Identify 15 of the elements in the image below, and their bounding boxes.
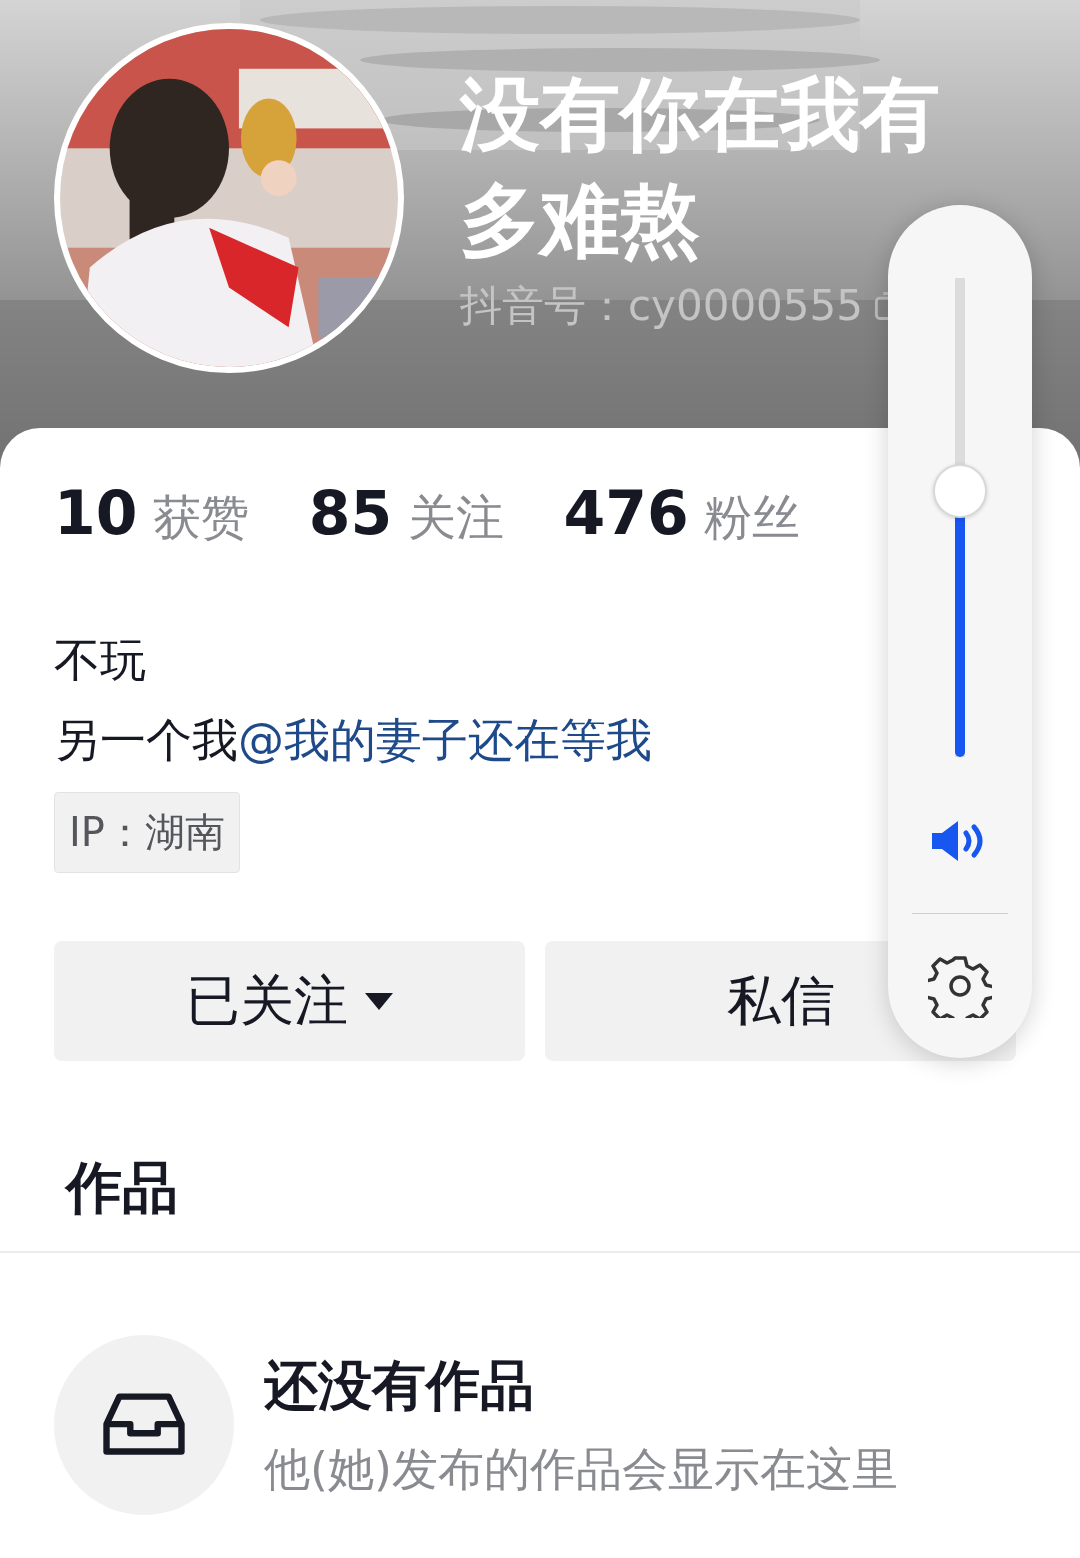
bio-text: 另一个我@我的妻子还在等我 (54, 712, 653, 769)
mention-link[interactable]: @我的妻子还在等我 (238, 713, 652, 767)
stat-text: 85 关注 (308, 478, 504, 550)
followed-button[interactable]: 已关注 (54, 941, 525, 1061)
inbox-icon (102, 1393, 186, 1457)
slider-thumb[interactable] (933, 463, 987, 518)
ip-tag: IP：湖南 (54, 792, 240, 873)
stat-text: 10 获赞 (54, 478, 249, 550)
bio-text: 不玩 (54, 632, 147, 689)
settings-icon[interactable] (928, 954, 992, 1018)
tab[interactable]: 作品 (66, 1151, 178, 1227)
stat-text: 476 粉丝 (563, 478, 801, 550)
empty-subtitle: 他(她)发布的作品会显示在这里 (264, 1440, 898, 1498)
caret-icon (363, 991, 394, 1011)
empty-title: 还没有作品 (264, 1352, 535, 1419)
